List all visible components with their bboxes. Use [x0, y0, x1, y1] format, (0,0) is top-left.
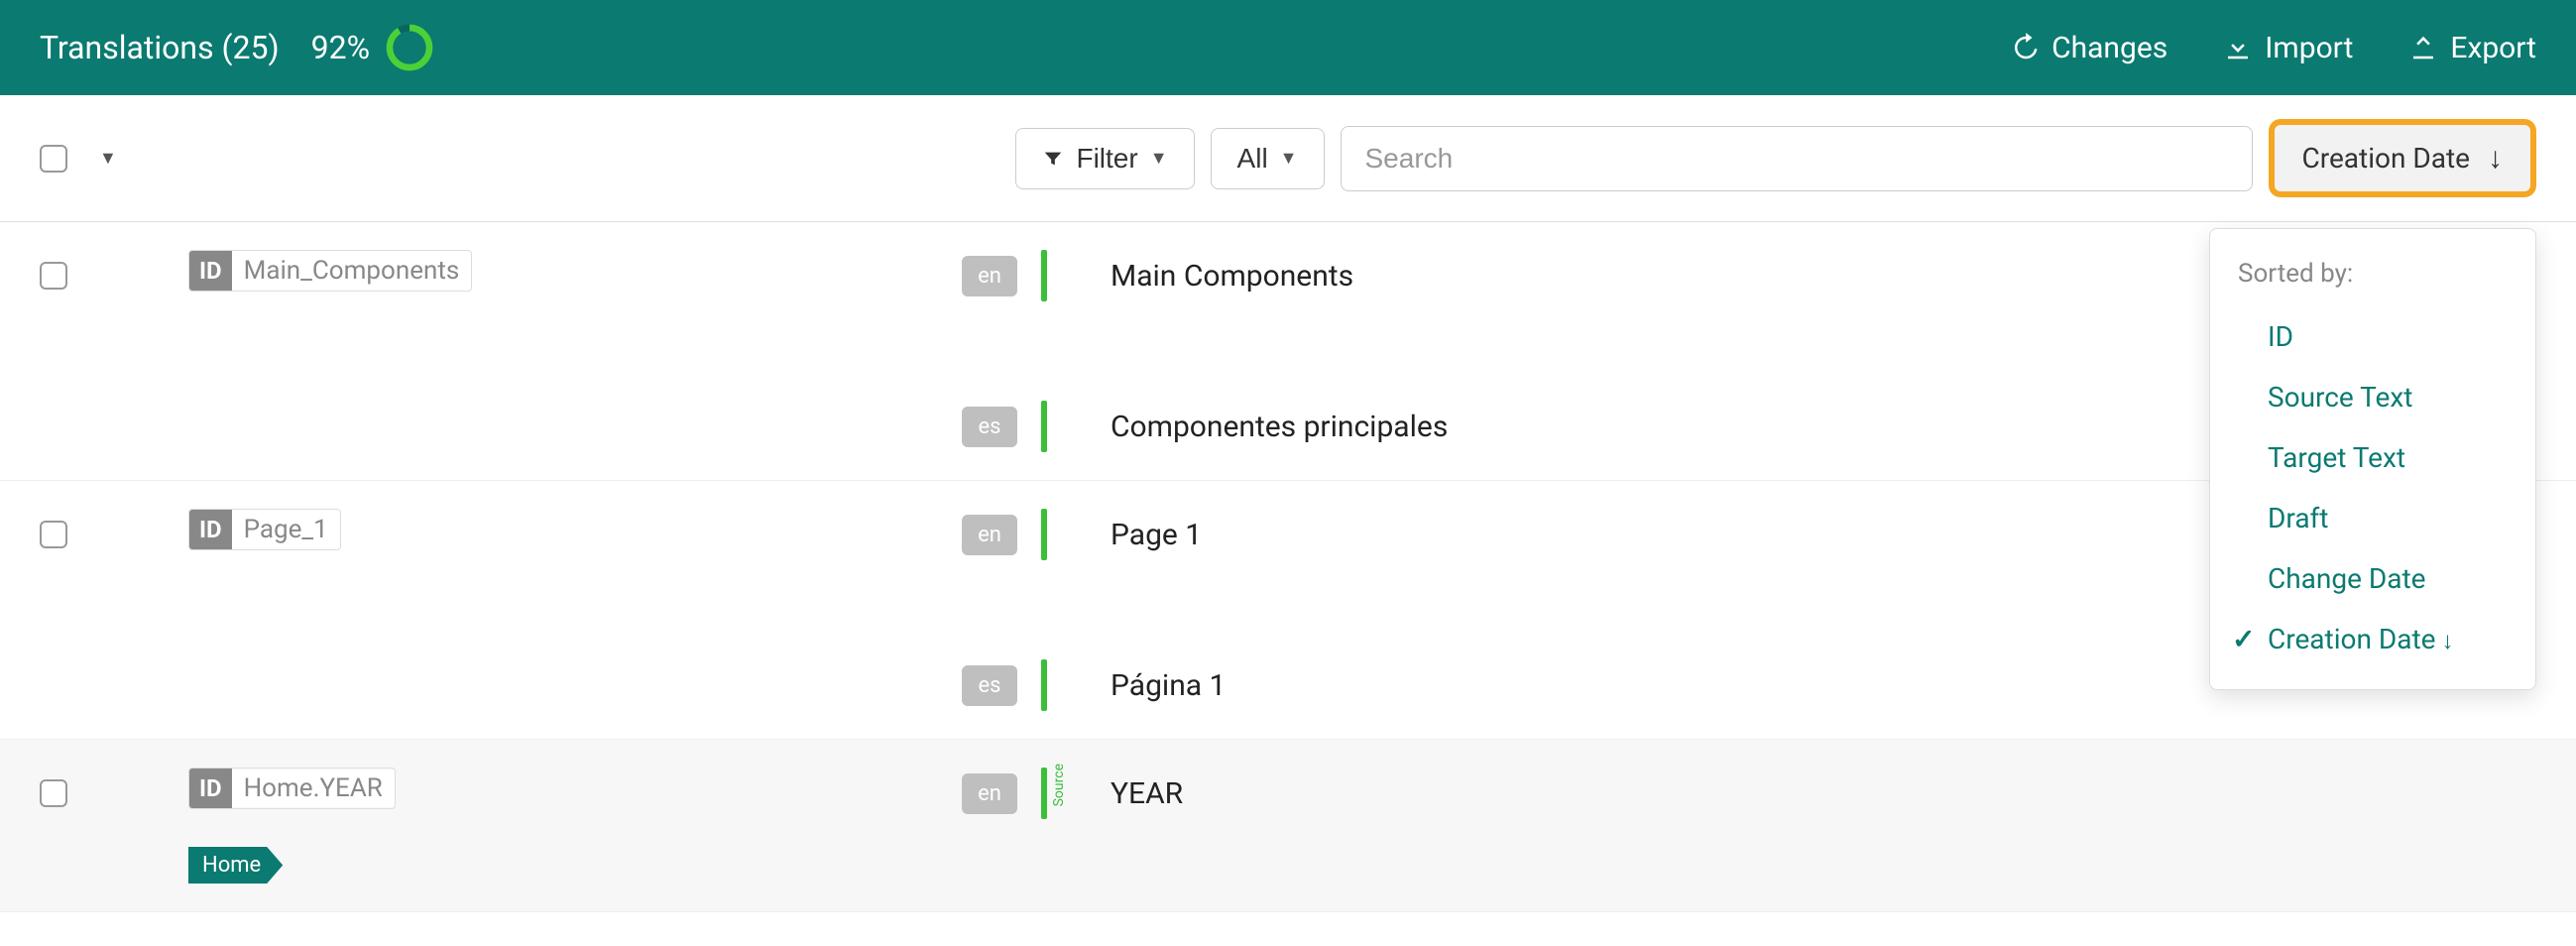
sort-option-change[interactable]: Change Date — [2210, 548, 2535, 609]
id-badge: ID — [189, 251, 232, 291]
scope-label: All — [1237, 143, 1268, 175]
export-button[interactable]: Export — [2408, 31, 2536, 65]
lang-badge: en — [962, 773, 1017, 814]
changes-button[interactable]: Changes — [2010, 31, 2167, 65]
translation-row[interactable]: ID Page_1 en Page 1 es Página 1 ▾ — [0, 481, 2576, 740]
import-button[interactable]: Import — [2223, 31, 2353, 65]
id-value: Page_1 — [232, 511, 340, 548]
export-icon — [2408, 33, 2438, 62]
filter-icon — [1042, 148, 1064, 170]
chevron-down-icon: ▼ — [1150, 148, 1168, 169]
header-bar: Translations (25) 92% Changes Import Exp… — [0, 0, 2576, 95]
tag-chip[interactable]: Home — [188, 847, 283, 884]
row-checkbox[interactable] — [40, 262, 67, 290]
scope-button[interactable]: All ▼ — [1211, 128, 1325, 189]
filter-button[interactable]: Filter ▼ — [1015, 128, 1194, 189]
chevron-down-icon: ▼ — [1280, 148, 1298, 169]
lang-badge: en — [962, 256, 1017, 296]
lang-badge: es — [962, 407, 1017, 447]
sort-option-source[interactable]: Source Text — [2210, 367, 2535, 427]
history-icon — [2010, 33, 2040, 62]
target-text: Página 1 — [1111, 668, 1226, 703]
source-text: Main Components — [1111, 259, 1353, 294]
sort-label: Creation Date — [2302, 142, 2471, 175]
export-label: Export — [2450, 31, 2536, 65]
search-input[interactable] — [1341, 126, 2253, 191]
sort-dropdown: Sorted by: ID Source Text Target Text Dr… — [2209, 228, 2536, 690]
source-text: YEAR — [1111, 776, 1183, 811]
sort-button[interactable]: Creation Date ↓ — [2269, 119, 2537, 197]
status-indicator-bar — [1041, 509, 1047, 560]
status-indicator-bar — [1041, 401, 1047, 452]
id-badge-group: ID Home.YEAR — [188, 768, 396, 809]
id-value: Main_Components — [232, 252, 472, 290]
source-text: Page 1 — [1111, 518, 1202, 552]
progress-ring-icon — [386, 24, 433, 71]
changes-label: Changes — [2051, 31, 2167, 65]
id-badge-group: ID Main_Components — [188, 250, 472, 292]
sort-option-id[interactable]: ID — [2210, 306, 2535, 367]
status-indicator-bar — [1041, 659, 1047, 711]
sort-option-target[interactable]: Target Text — [2210, 427, 2535, 488]
target-text: Componentes principales — [1111, 410, 1448, 444]
id-value: Home.YEAR — [232, 769, 395, 807]
status-indicator-bar: Source — [1041, 768, 1047, 819]
translation-row[interactable]: ID Main_Components en Main Components es… — [0, 222, 2576, 481]
id-badge: ID — [189, 769, 232, 808]
status-indicator-bar — [1041, 250, 1047, 301]
import-label: Import — [2265, 31, 2353, 65]
page-title: Translations (25) — [40, 29, 280, 66]
sort-option-creation[interactable]: Creation Date↓ — [2210, 609, 2535, 669]
toolbar: ▼ Filter ▼ All ▼ Creation Date ↓ Sorted … — [0, 95, 2576, 222]
lang-badge: es — [962, 665, 1017, 706]
row-checkbox[interactable] — [40, 779, 67, 807]
arrow-down-icon: ↓ — [2488, 141, 2503, 176]
sort-option-draft[interactable]: Draft — [2210, 488, 2535, 548]
sort-dropdown-title: Sorted by: — [2210, 249, 2535, 306]
id-badge-group: ID Page_1 — [188, 509, 341, 550]
id-badge: ID — [189, 510, 232, 549]
row-checkbox[interactable] — [40, 521, 67, 548]
sort-option-creation-label: Creation Date — [2268, 623, 2436, 655]
source-label: Source — [1051, 764, 1067, 806]
select-all-checkbox[interactable] — [40, 145, 67, 173]
progress-percent: 92% — [311, 29, 370, 66]
arrow-down-icon: ↓ — [2442, 627, 2454, 654]
select-all-menu-caret[interactable]: ▼ — [99, 148, 117, 169]
translation-row[interactable]: ID Home.YEAR Home en Source YEAR — [0, 740, 2576, 912]
lang-badge: en — [962, 515, 1017, 555]
filter-label: Filter — [1076, 143, 1137, 175]
import-icon — [2223, 33, 2253, 62]
translation-list: ID Main_Components en Main Components es… — [0, 222, 2576, 912]
